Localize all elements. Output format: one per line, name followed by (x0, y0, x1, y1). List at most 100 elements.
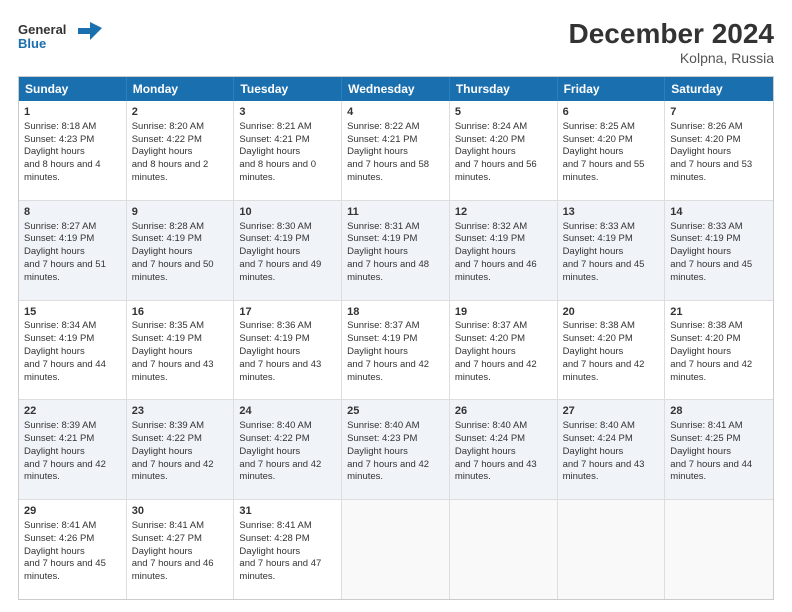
day-cell-3: 3 Sunrise: 8:21 AM Sunset: 4:21 PM Dayli… (234, 101, 342, 200)
day-cell-30: 30 Sunrise: 8:41 AM Sunset: 4:27 PM Dayl… (127, 500, 235, 599)
svg-text:General: General (18, 22, 66, 37)
daylight-label: Daylight hours (239, 246, 300, 257)
day-number: 23 (132, 404, 229, 419)
empty-cell-4-3 (342, 500, 450, 599)
day-cell-24: 24 Sunrise: 8:40 AM Sunset: 4:22 PM Dayl… (234, 400, 342, 499)
daylight-label: Daylight hours (132, 546, 193, 557)
day-number: 10 (239, 205, 336, 220)
day-number: 6 (563, 105, 660, 120)
sunset-label: Sunset: 4:20 PM (455, 134, 525, 145)
location: Kolpna, Russia (569, 50, 774, 66)
daylight-label: Daylight hours (24, 446, 85, 457)
daylight-value: and 8 hours and 4 minutes. (24, 159, 101, 183)
day-header-monday: Monday (127, 77, 235, 101)
sunrise-label: Sunrise: 8:39 AM (24, 420, 96, 431)
sunset-label: Sunset: 4:24 PM (455, 433, 525, 444)
day-number: 19 (455, 305, 552, 320)
daylight-value: and 7 hours and 45 minutes. (563, 259, 645, 283)
sunrise-label: Sunrise: 8:40 AM (347, 420, 419, 431)
day-cell-14: 14 Sunrise: 8:33 AM Sunset: 4:19 PM Dayl… (665, 201, 773, 300)
day-number: 5 (455, 105, 552, 120)
day-header-wednesday: Wednesday (342, 77, 450, 101)
calendar-header: SundayMondayTuesdayWednesdayThursdayFrid… (19, 77, 773, 101)
daylight-label: Daylight hours (347, 246, 408, 257)
title-block: December 2024 Kolpna, Russia (569, 18, 774, 66)
daylight-label: Daylight hours (563, 246, 624, 257)
day-number: 25 (347, 404, 444, 419)
daylight-value: and 7 hours and 42 minutes. (563, 359, 645, 383)
day-number: 16 (132, 305, 229, 320)
daylight-label: Daylight hours (347, 146, 408, 157)
sunset-label: Sunset: 4:20 PM (563, 333, 633, 344)
calendar-body: 1 Sunrise: 8:18 AM Sunset: 4:23 PM Dayli… (19, 101, 773, 599)
day-number: 7 (670, 105, 768, 120)
day-cell-7: 7 Sunrise: 8:26 AM Sunset: 4:20 PM Dayli… (665, 101, 773, 200)
daylight-value: and 7 hours and 47 minutes. (239, 558, 321, 582)
sunset-label: Sunset: 4:24 PM (563, 433, 633, 444)
sunrise-label: Sunrise: 8:41 AM (24, 520, 96, 531)
daylight-value: and 7 hours and 49 minutes. (239, 259, 321, 283)
sunset-label: Sunset: 4:19 PM (563, 233, 633, 244)
sunset-label: Sunset: 4:19 PM (347, 233, 417, 244)
day-number: 30 (132, 504, 229, 519)
sunrise-label: Sunrise: 8:32 AM (455, 221, 527, 232)
day-header-sunday: Sunday (19, 77, 127, 101)
sunrise-label: Sunrise: 8:27 AM (24, 221, 96, 232)
sunrise-label: Sunrise: 8:40 AM (239, 420, 311, 431)
daylight-label: Daylight hours (24, 246, 85, 257)
sunset-label: Sunset: 4:23 PM (24, 134, 94, 145)
sunrise-label: Sunrise: 8:37 AM (347, 320, 419, 331)
sunset-label: Sunset: 4:20 PM (455, 333, 525, 344)
empty-cell-4-4 (450, 500, 558, 599)
sunrise-label: Sunrise: 8:24 AM (455, 121, 527, 132)
sunrise-label: Sunrise: 8:41 AM (132, 520, 204, 531)
day-cell-15: 15 Sunrise: 8:34 AM Sunset: 4:19 PM Dayl… (19, 301, 127, 400)
day-cell-5: 5 Sunrise: 8:24 AM Sunset: 4:20 PM Dayli… (450, 101, 558, 200)
sunset-label: Sunset: 4:21 PM (24, 433, 94, 444)
sunrise-label: Sunrise: 8:20 AM (132, 121, 204, 132)
week-row-1: 1 Sunrise: 8:18 AM Sunset: 4:23 PM Dayli… (19, 101, 773, 200)
daylight-value: and 7 hours and 42 minutes. (670, 359, 752, 383)
day-header-saturday: Saturday (665, 77, 773, 101)
day-number: 12 (455, 205, 552, 220)
sunset-label: Sunset: 4:19 PM (132, 233, 202, 244)
daylight-value: and 7 hours and 46 minutes. (455, 259, 537, 283)
daylight-label: Daylight hours (239, 546, 300, 557)
daylight-value: and 7 hours and 51 minutes. (24, 259, 106, 283)
sunrise-label: Sunrise: 8:41 AM (670, 420, 742, 431)
logo: General Blue (18, 18, 108, 56)
sunrise-label: Sunrise: 8:38 AM (563, 320, 635, 331)
sunset-label: Sunset: 4:19 PM (24, 233, 94, 244)
day-cell-1: 1 Sunrise: 8:18 AM Sunset: 4:23 PM Dayli… (19, 101, 127, 200)
daylight-label: Daylight hours (239, 446, 300, 457)
sunset-label: Sunset: 4:28 PM (239, 533, 309, 544)
sunrise-label: Sunrise: 8:18 AM (24, 121, 96, 132)
daylight-value: and 7 hours and 48 minutes. (347, 259, 429, 283)
sunrise-label: Sunrise: 8:34 AM (24, 320, 96, 331)
day-cell-27: 27 Sunrise: 8:40 AM Sunset: 4:24 PM Dayl… (558, 400, 666, 499)
daylight-label: Daylight hours (132, 146, 193, 157)
sunset-label: Sunset: 4:26 PM (24, 533, 94, 544)
day-cell-9: 9 Sunrise: 8:28 AM Sunset: 4:19 PM Dayli… (127, 201, 235, 300)
day-header-tuesday: Tuesday (234, 77, 342, 101)
sunset-label: Sunset: 4:19 PM (239, 333, 309, 344)
day-cell-26: 26 Sunrise: 8:40 AM Sunset: 4:24 PM Dayl… (450, 400, 558, 499)
daylight-label: Daylight hours (239, 146, 300, 157)
week-row-4: 22 Sunrise: 8:39 AM Sunset: 4:21 PM Dayl… (19, 399, 773, 499)
day-number: 17 (239, 305, 336, 320)
svg-text:Blue: Blue (18, 36, 46, 51)
daylight-value: and 7 hours and 43 minutes. (563, 459, 645, 483)
day-cell-21: 21 Sunrise: 8:38 AM Sunset: 4:20 PM Dayl… (665, 301, 773, 400)
sunrise-label: Sunrise: 8:33 AM (563, 221, 635, 232)
day-cell-10: 10 Sunrise: 8:30 AM Sunset: 4:19 PM Dayl… (234, 201, 342, 300)
daylight-value: and 7 hours and 45 minutes. (24, 558, 106, 582)
daylight-label: Daylight hours (24, 146, 85, 157)
day-cell-23: 23 Sunrise: 8:39 AM Sunset: 4:22 PM Dayl… (127, 400, 235, 499)
day-cell-20: 20 Sunrise: 8:38 AM Sunset: 4:20 PM Dayl… (558, 301, 666, 400)
daylight-value: and 7 hours and 44 minutes. (670, 459, 752, 483)
calendar: SundayMondayTuesdayWednesdayThursdayFrid… (18, 76, 774, 600)
sunset-label: Sunset: 4:19 PM (347, 333, 417, 344)
day-cell-19: 19 Sunrise: 8:37 AM Sunset: 4:20 PM Dayl… (450, 301, 558, 400)
day-cell-28: 28 Sunrise: 8:41 AM Sunset: 4:25 PM Dayl… (665, 400, 773, 499)
daylight-label: Daylight hours (670, 446, 731, 457)
